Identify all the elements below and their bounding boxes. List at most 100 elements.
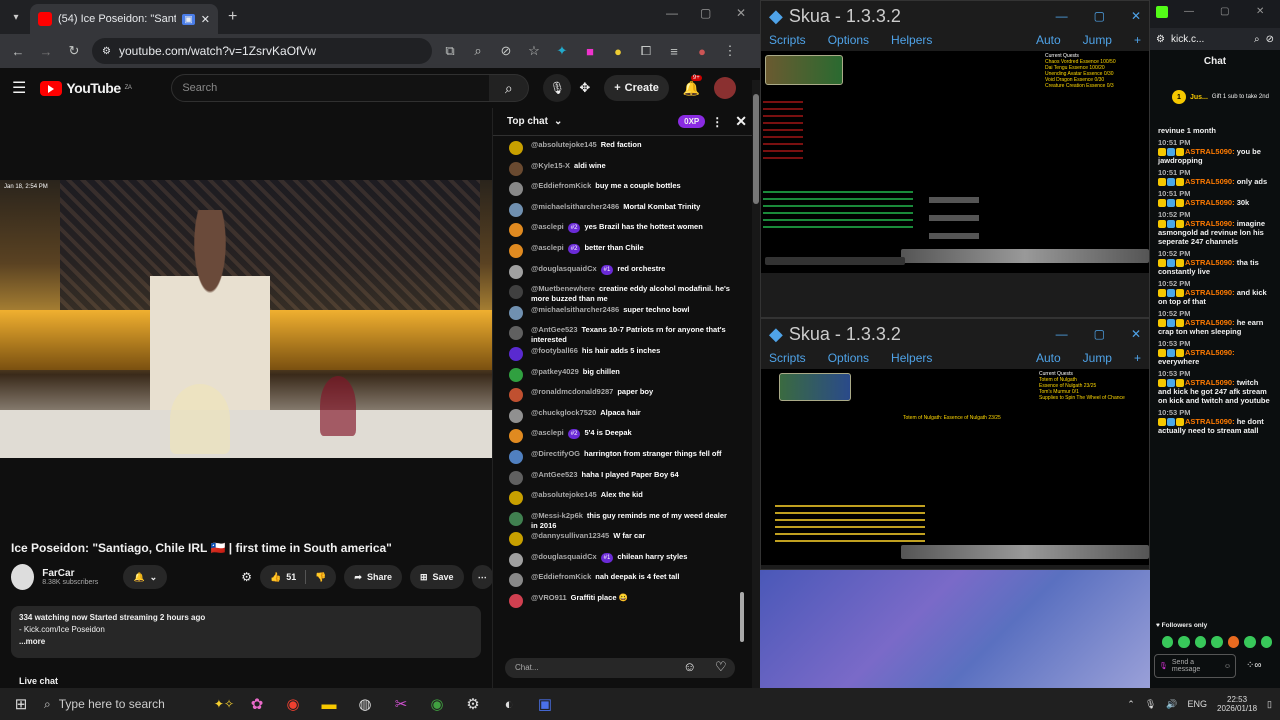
chat-author-avatar[interactable] (509, 594, 523, 609)
chat-author-avatar[interactable] (509, 243, 523, 258)
chat-scrollbar[interactable] (739, 142, 745, 652)
chat-settings-icon[interactable]: ⁘∞ (1246, 660, 1262, 671)
extensions-puzzle-icon[interactable]: ⧠ (636, 41, 656, 61)
profile-avatar[interactable]: ● (692, 41, 712, 61)
chat-author-name[interactable]: @EddiefromKick (531, 181, 591, 190)
chat-author-avatar[interactable] (509, 367, 523, 382)
close-window-button[interactable]: ✕ (736, 6, 746, 20)
heart-icon[interactable]: ♡ (715, 659, 727, 675)
show-more-link[interactable]: ...more (19, 636, 473, 648)
chat-author-avatar[interactable] (509, 326, 523, 341)
chat-more-icon[interactable]: ⋮ (711, 115, 723, 129)
search-button[interactable]: ⌕ (489, 74, 530, 102)
chat-author-avatar[interactable] (509, 305, 523, 320)
zoom-icon[interactable]: ⌕ (1254, 34, 1260, 45)
notifications-button[interactable]: 🔔 9+ (683, 74, 702, 97)
chat-author-avatar[interactable] (509, 552, 523, 567)
tab-search-icon[interactable]: ▾ (8, 9, 24, 25)
scripts-menu[interactable]: Scripts (769, 33, 806, 47)
close-tab-icon[interactable]: ✕ (201, 13, 210, 26)
chat-author-name[interactable]: @DirectifyOG (531, 449, 580, 458)
extension-1-icon[interactable]: ✦ (552, 41, 572, 61)
chat-author-avatar[interactable] (509, 408, 523, 423)
chat-author-name[interactable]: @AntGee523 (531, 470, 578, 479)
chat-author-avatar[interactable] (509, 141, 523, 155)
channel-avatar[interactable] (11, 564, 35, 590)
new-tab-button[interactable]: + (228, 8, 237, 26)
chat-author-name[interactable]: @asclepi (531, 243, 564, 252)
maximize-button[interactable]: ▢ (1094, 9, 1105, 23)
eye-off-icon[interactable]: ⊘ (496, 41, 516, 61)
tray-mic-icon[interactable]: 🎙 (1145, 699, 1156, 710)
chrome-app-icon[interactable]: ◉ (280, 691, 306, 717)
extension-3-icon[interactable]: ● (608, 41, 628, 61)
top-chat-dropdown[interactable]: Top chat (507, 116, 548, 127)
bookmark-star-icon[interactable]: ☆ (524, 41, 544, 61)
emoji-icon[interactable]: ☺ (683, 659, 696, 674)
word-app-icon[interactable]: ▣ (532, 691, 558, 717)
chat-author-name[interactable]: @ronaldmcdonald9287 (531, 387, 613, 396)
chat-author-name[interactable]: @absolutejoke145 (531, 140, 597, 149)
volume-icon[interactable]: 🔊 (1166, 699, 1177, 710)
chat-author-avatar[interactable] (509, 182, 523, 197)
clock[interactable]: 22:53 2026/01/18 (1217, 695, 1257, 713)
pinned-gift-banner[interactable]: 1 Jus... Gift 1 sub to take 2nd (1172, 84, 1272, 110)
jump-button[interactable]: Jump (1083, 351, 1112, 365)
emote-icon[interactable] (1178, 636, 1190, 648)
add-icon[interactable]: + (1134, 33, 1141, 47)
chat-author-name[interactable]: @VRO911 (531, 593, 567, 602)
search-input[interactable]: Search (171, 74, 504, 102)
chevron-down-icon[interactable]: ⌄ (554, 116, 562, 127)
chat-author-name[interactable]: @asclepi (531, 222, 564, 231)
page-scrollbar[interactable] (752, 80, 760, 688)
kick-username[interactable]: ASTRAL5090: (1185, 258, 1235, 267)
auto-button[interactable]: Auto (1036, 351, 1061, 365)
chat-author-avatar[interactable] (509, 511, 523, 526)
kick-username[interactable]: ASTRAL5090: (1185, 378, 1235, 387)
close-chat-icon[interactable]: ✕ (735, 113, 747, 130)
file-explorer-icon[interactable]: ▬ (316, 691, 342, 717)
helpers-menu[interactable]: Helpers (891, 351, 932, 365)
chat-author-name[interactable]: @Muetbenewhere (531, 284, 595, 293)
chat-author-name[interactable]: @footyball66 (531, 346, 578, 355)
notification-center-icon[interactable]: ▯ (1267, 699, 1272, 710)
kick-username[interactable]: ASTRAL5090: (1185, 348, 1235, 357)
emote-icon[interactable] (1227, 636, 1240, 648)
chat-author-name[interactable]: @Messi-k2p6k (531, 511, 583, 520)
thanks-icon[interactable]: ⚙ (241, 570, 252, 584)
emote-icon[interactable] (1260, 636, 1272, 648)
kick-url[interactable]: kick.c... (1171, 34, 1204, 45)
back-icon[interactable]: ← (8, 41, 28, 61)
app-icon[interactable]: ◐ (496, 691, 522, 717)
language-indicator[interactable]: ENG (1187, 699, 1207, 709)
microphone-icon[interactable]: 🎙 (1159, 662, 1168, 670)
kick-username[interactable]: ASTRAL5090: (1185, 417, 1235, 426)
chat-author-avatar[interactable] (509, 532, 523, 547)
maximize-button[interactable]: ▢ (700, 6, 711, 20)
jump-button[interactable]: Jump (1083, 33, 1112, 47)
options-menu[interactable]: Options (828, 351, 869, 365)
chat-author-avatar[interactable] (509, 285, 523, 300)
chat-author-name[interactable]: @asclepi (531, 428, 564, 437)
auto-button[interactable]: Auto (1036, 33, 1061, 47)
youtube-logo[interactable]: YouTube ZA (40, 80, 132, 96)
minimize-button[interactable]: — (1056, 327, 1068, 341)
emote-icon[interactable] (1194, 636, 1207, 648)
emote-icon[interactable] (1244, 636, 1256, 648)
chat-author-name[interactable]: @EddiefromKick (531, 572, 591, 581)
emote-icon[interactable] (1211, 636, 1223, 648)
forward-icon[interactable]: → (36, 41, 56, 61)
share-button[interactable]: ➦ Share (344, 565, 402, 589)
chat-author-name[interactable]: @AntGee523 (531, 325, 578, 334)
minimize-button[interactable]: — (1056, 9, 1068, 23)
chat-author-name[interactable]: @absolutejoke145 (531, 490, 597, 499)
kick-message-input[interactable]: 🎙 Send a message ☺ (1154, 654, 1236, 678)
options-menu[interactable]: Options (828, 33, 869, 47)
add-icon[interactable]: + (1134, 351, 1141, 365)
chat-author-avatar[interactable] (509, 491, 523, 506)
snipping-tool-icon[interactable]: ✂ (388, 691, 414, 717)
chat-author-name[interactable]: @patkey4029 (531, 367, 579, 376)
chat-author-avatar[interactable] (509, 449, 523, 464)
chrome-menu-icon[interactable]: ⋮ (720, 41, 740, 61)
thumbs-down-icon[interactable]: 👎 (315, 572, 326, 583)
